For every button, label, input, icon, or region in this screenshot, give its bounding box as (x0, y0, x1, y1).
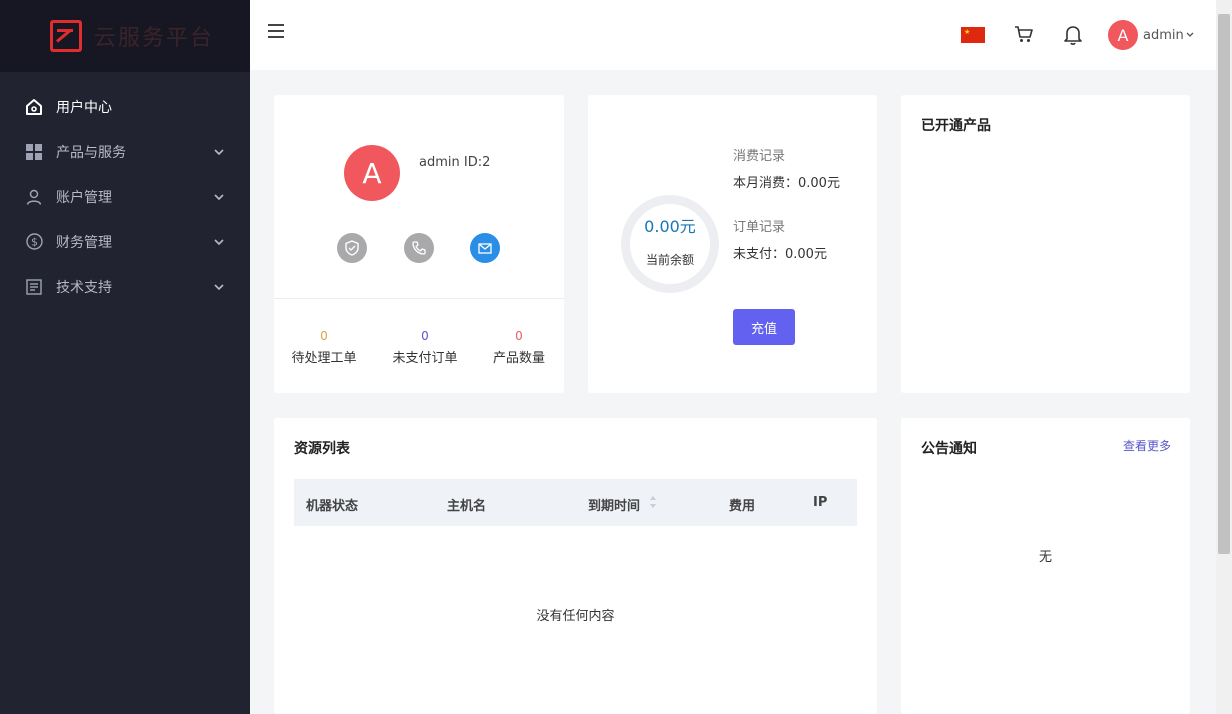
stat-label: 未支付订单 (392, 351, 458, 366)
sort-icon[interactable] (649, 493, 657, 511)
sidebar: 云服务平台 用户中心 产品与服务 账户管理 $ 财务管理 技术支持 (0, 0, 250, 714)
resource-list-card: 资源列表 机器状态 主机名 到期时间 费用 IP 没有任何内容 (274, 418, 877, 714)
stat-label: 产品数量 (492, 351, 545, 366)
sidebar-item-label: 账户管理 (56, 189, 112, 206)
chevron-down-icon (214, 192, 224, 202)
svg-text:$: $ (31, 236, 38, 249)
user-id-text: admin ID:2 (419, 155, 491, 170)
stat-value: 0 (320, 329, 328, 343)
sidebar-item-user-center[interactable]: 用户中心 (0, 84, 250, 129)
sidebar-item-support[interactable]: 技术支持 (0, 264, 250, 309)
balance-card: 0.00元 当前余额 消费记录 本月消费：0.00元 订单记录 未支付：0.00… (588, 95, 877, 393)
logo[interactable]: 云服务平台 (0, 0, 250, 72)
email-icon[interactable] (470, 233, 500, 263)
card-title: 已开通产品 (921, 118, 991, 134)
top-header: ★ A admin (250, 0, 1216, 70)
card-title: 公告通知 (921, 441, 977, 457)
balance-ring (621, 195, 719, 293)
avatar: A (1108, 20, 1138, 50)
monthly-consume-value: 本月消费：0.00元 (733, 176, 840, 191)
brand-logo-icon (50, 20, 82, 52)
sidebar-item-label: 用户中心 (56, 99, 112, 116)
column-header: 主机名 (447, 499, 487, 514)
unpaid-value: 未支付：0.00元 (733, 247, 827, 262)
cn-flag-icon[interactable]: ★ (961, 27, 985, 43)
column-header: 机器状态 (306, 499, 359, 514)
balance-value: 0.00元 (644, 217, 696, 236)
profile-card: A admin ID:2 0 待处理工单 0 未支付订单 0 产品数量 (274, 95, 564, 393)
sidebar-item-account[interactable]: 账户管理 (0, 174, 250, 219)
stat-value: 0 (421, 329, 429, 343)
sidebar-item-products[interactable]: 产品与服务 (0, 129, 250, 174)
pending-tickets-stat[interactable]: 0 待处理工单 (279, 328, 369, 366)
dollar-icon: $ (25, 233, 43, 251)
order-record-title[interactable]: 订单记录 (733, 216, 785, 235)
phone-icon[interactable] (404, 233, 434, 263)
username: admin (1143, 27, 1184, 43)
brand-name: 云服务平台 (94, 26, 215, 51)
stat-value: 0 (515, 329, 523, 343)
sidebar-item-label: 财务管理 (56, 234, 112, 251)
card-title: 资源列表 (294, 441, 350, 457)
scrollbar-thumb[interactable] (1218, 14, 1230, 554)
product-count-stat[interactable]: 0 产品数量 (474, 328, 564, 366)
sidebar-nav: 用户中心 产品与服务 账户管理 $ 财务管理 技术支持 (0, 72, 250, 309)
sidebar-item-finance[interactable]: $ 财务管理 (0, 219, 250, 264)
active-products-card: 已开通产品 (901, 95, 1190, 393)
chevron-down-icon (214, 147, 224, 157)
page-scrollbar[interactable] (1216, 0, 1232, 714)
chevron-down-icon (1186, 30, 1194, 40)
empty-state-text: 没有任何内容 (536, 609, 615, 624)
empty-state-text: 无 (1038, 550, 1052, 565)
recharge-button[interactable]: 充值 (733, 309, 795, 345)
document-icon (25, 278, 43, 296)
chevron-down-icon (214, 237, 224, 247)
announcement-card: 公告通知 查看更多 无 (901, 418, 1190, 714)
avatar: A (344, 145, 400, 201)
chevron-down-icon (214, 282, 224, 292)
divider (274, 298, 564, 299)
cart-icon[interactable] (1014, 24, 1034, 44)
balance-label: 当前余额 (645, 253, 694, 267)
column-header: 费用 (729, 499, 756, 514)
user-menu[interactable]: A admin (1108, 20, 1194, 50)
grid-icon (25, 143, 43, 161)
shield-check-icon[interactable] (337, 233, 367, 263)
column-header: IP (813, 495, 828, 510)
table-header: 机器状态 主机名 到期时间 费用 IP (294, 479, 857, 526)
home-icon (25, 98, 43, 116)
sidebar-item-label: 产品与服务 (56, 144, 126, 161)
stat-label: 待处理工单 (291, 351, 357, 366)
unpaid-orders-stat[interactable]: 0 未支付订单 (380, 328, 470, 366)
view-more-link[interactable]: 查看更多 (1123, 437, 1171, 454)
consume-record-title[interactable]: 消费记录 (733, 145, 785, 164)
menu-toggle-icon[interactable] (268, 24, 284, 38)
column-header[interactable]: 到期时间 (588, 495, 640, 514)
bell-icon[interactable] (1063, 24, 1083, 46)
user-icon (25, 188, 43, 206)
sidebar-item-label: 技术支持 (56, 279, 112, 296)
